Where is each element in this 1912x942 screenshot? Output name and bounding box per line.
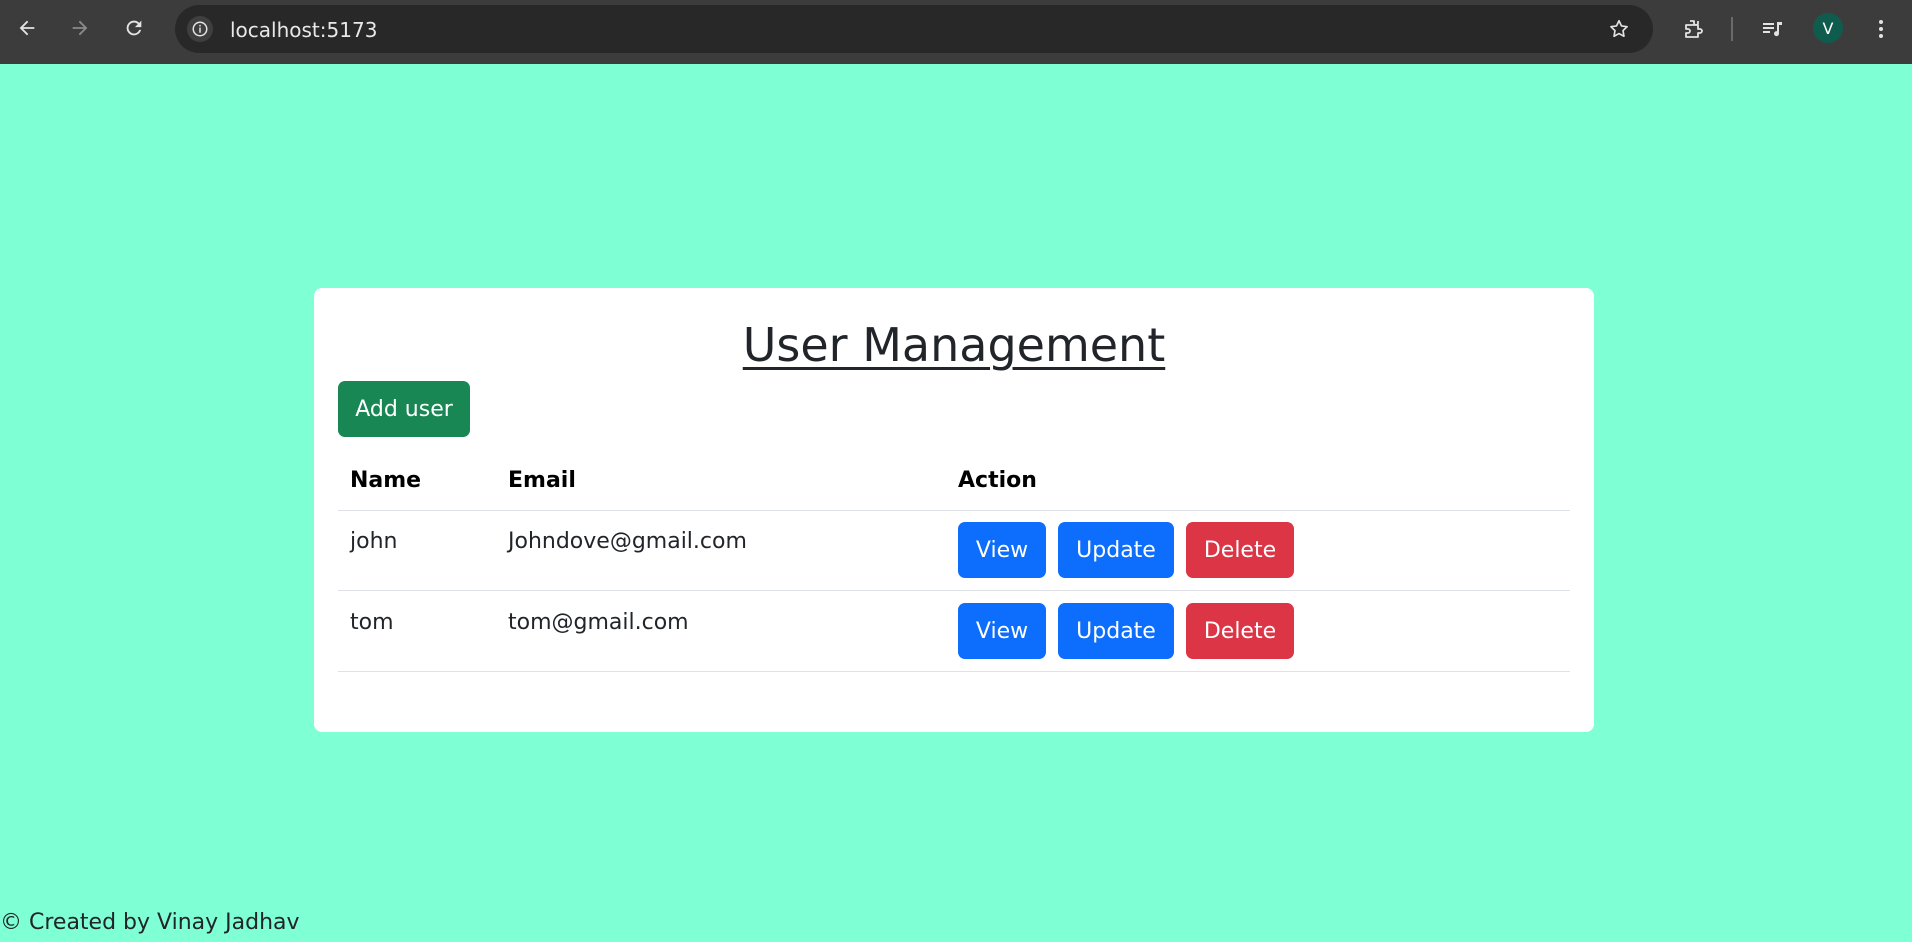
browser-toolbar: localhost:5173 V	[0, 0, 1912, 64]
add-user-button[interactable]: Add user	[338, 381, 470, 437]
footer-credit: © Created by Vinay Jadhav	[0, 910, 300, 935]
delete-button[interactable]: Delete	[1186, 522, 1294, 578]
delete-button[interactable]: Delete	[1186, 603, 1294, 659]
user-name: tom	[350, 610, 394, 635]
media-playlist-icon[interactable]	[1755, 12, 1789, 46]
view-button[interactable]: View	[958, 522, 1046, 578]
update-button[interactable]: Update	[1058, 603, 1174, 659]
column-header-email: Email	[508, 468, 576, 493]
star-icon[interactable]	[1605, 15, 1633, 43]
user-name: john	[350, 529, 398, 554]
column-header-name: Name	[350, 468, 422, 493]
user-email: Johndove@gmail.com	[508, 529, 747, 554]
page-title: User Management	[742, 318, 1166, 372]
row-divider	[338, 671, 1570, 672]
more-vert-icon[interactable]	[1864, 12, 1898, 46]
column-header-action: Action	[958, 468, 1037, 493]
url-text[interactable]: localhost:5173	[230, 18, 377, 42]
back-arrow-icon[interactable]	[9, 10, 45, 46]
info-icon[interactable]	[187, 16, 213, 42]
user-email: tom@gmail.com	[508, 610, 689, 635]
profile-avatar[interactable]: V	[1813, 13, 1843, 43]
toolbar-separator	[1731, 17, 1733, 41]
forward-arrow-icon[interactable]	[62, 10, 98, 46]
user-management-card: User Management Add user Name Email Acti…	[314, 288, 1594, 732]
address-bar[interactable]: localhost:5173	[175, 5, 1653, 53]
update-button[interactable]: Update	[1058, 522, 1174, 578]
row-divider	[338, 590, 1570, 591]
reload-icon[interactable]	[116, 10, 152, 46]
view-button[interactable]: View	[958, 603, 1046, 659]
header-divider	[338, 510, 1570, 511]
extensions-icon[interactable]	[1676, 12, 1710, 46]
